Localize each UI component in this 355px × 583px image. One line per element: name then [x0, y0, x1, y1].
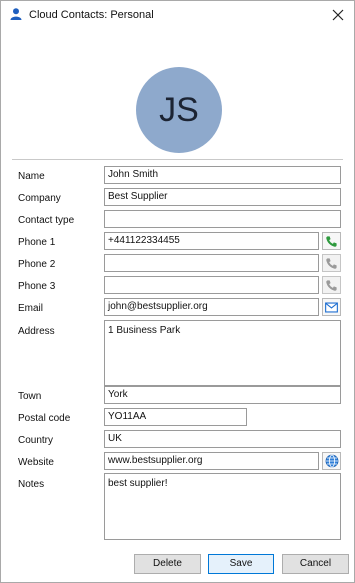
globe-icon	[325, 454, 338, 468]
close-icon[interactable]	[328, 5, 348, 25]
postal-code-label: Postal code	[18, 413, 71, 424]
send-email-button[interactable]	[322, 298, 341, 316]
phone-2-field[interactable]	[104, 254, 319, 272]
delete-button[interactable]: Delete	[134, 554, 201, 574]
call-phone-3-button[interactable]	[322, 276, 341, 294]
email-field[interactable]: john@bestsupplier.org	[104, 298, 319, 316]
name-label: Name	[18, 171, 45, 182]
title-bar: Cloud Contacts: Personal	[1, 1, 354, 29]
call-phone-2-button[interactable]	[322, 254, 341, 272]
cancel-button[interactable]: Cancel	[282, 554, 349, 574]
phone-2-label: Phone 2	[18, 259, 56, 270]
phone-1-label: Phone 1	[18, 237, 56, 248]
country-field[interactable]: UK	[104, 430, 341, 448]
website-field[interactable]: www.bestsupplier.org	[104, 452, 319, 470]
town-label: Town	[18, 391, 42, 402]
phone-1-field[interactable]: +441122334455	[104, 232, 319, 250]
phone-3-label: Phone 3	[18, 281, 56, 292]
address-field[interactable]: 1 Business Park	[104, 320, 341, 386]
phone-icon	[326, 257, 337, 269]
contact-dialog: Cloud Contacts: Personal JS Name John Sm…	[0, 0, 355, 583]
notes-field[interactable]: best supplier!	[104, 473, 341, 540]
company-field[interactable]: Best Supplier	[104, 188, 341, 206]
company-label: Company	[18, 193, 61, 204]
country-label: Country	[18, 435, 54, 446]
divider	[12, 159, 343, 160]
open-website-button[interactable]	[322, 452, 341, 470]
window-title: Cloud Contacts: Personal	[29, 9, 154, 21]
name-field[interactable]: John Smith	[104, 166, 341, 184]
postal-code-field[interactable]: YO11AA	[104, 408, 247, 426]
contact-icon	[10, 8, 22, 20]
contact-type-label: Contact type	[18, 215, 75, 226]
address-label: Address	[18, 326, 55, 337]
call-phone-1-button[interactable]	[322, 232, 341, 250]
save-button[interactable]: Save	[208, 554, 274, 574]
phone-icon	[326, 279, 337, 291]
mail-icon	[325, 301, 338, 313]
phone-icon	[326, 235, 337, 247]
notes-label: Notes	[18, 479, 45, 490]
avatar: JS	[136, 67, 222, 153]
website-label: Website	[18, 457, 54, 468]
email-label: Email	[18, 303, 44, 314]
contact-type-field[interactable]	[104, 210, 341, 228]
town-field[interactable]: York	[104, 386, 341, 404]
avatar-initials: JS	[159, 91, 199, 129]
phone-3-field[interactable]	[104, 276, 319, 294]
